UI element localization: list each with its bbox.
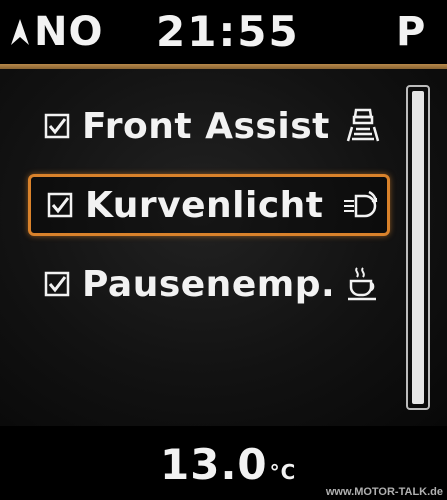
outside-temperature: 13.0 °C xyxy=(160,441,296,496)
clock: 21:55 xyxy=(156,7,300,56)
temperature-unit: °C xyxy=(269,460,297,484)
scrollbar-thumb[interactable] xyxy=(412,91,424,404)
scrollbar-track[interactable] xyxy=(406,85,430,410)
menu-item-pausenemp[interactable]: Pausenemp. xyxy=(28,253,390,315)
status-bar: NO 21:55 P xyxy=(0,0,447,64)
bottom-bar: 13.0 °C www.MOTOR-TALK.de xyxy=(0,431,447,500)
curve-light-icon xyxy=(341,186,379,224)
instrument-display: NO 21:55 P Front Assist Kurvenlicht Paus… xyxy=(0,0,447,500)
menu-item-label: Pausenemp. xyxy=(82,263,336,305)
checkbox-checked-icon[interactable] xyxy=(44,271,70,297)
menu-item-kurvenlicht[interactable]: Kurvenlicht xyxy=(28,174,390,236)
checkbox-checked-icon[interactable] xyxy=(47,192,73,218)
front-assist-icon xyxy=(344,107,382,145)
menu-item-label: Front Assist xyxy=(82,105,330,147)
temperature-value: 13.0 xyxy=(160,440,268,489)
compass-needle-icon xyxy=(10,17,30,47)
compass: NO xyxy=(10,10,103,54)
compass-heading: NO xyxy=(34,9,104,55)
watermark: www.MOTOR-TALK.de xyxy=(325,486,443,498)
menu-item-label: Kurvenlicht xyxy=(85,184,324,226)
checkbox-checked-icon[interactable] xyxy=(44,113,70,139)
gear-indicator: P xyxy=(396,9,426,55)
menu-item-front-assist[interactable]: Front Assist xyxy=(28,95,390,157)
coffee-cup-icon xyxy=(344,265,382,303)
